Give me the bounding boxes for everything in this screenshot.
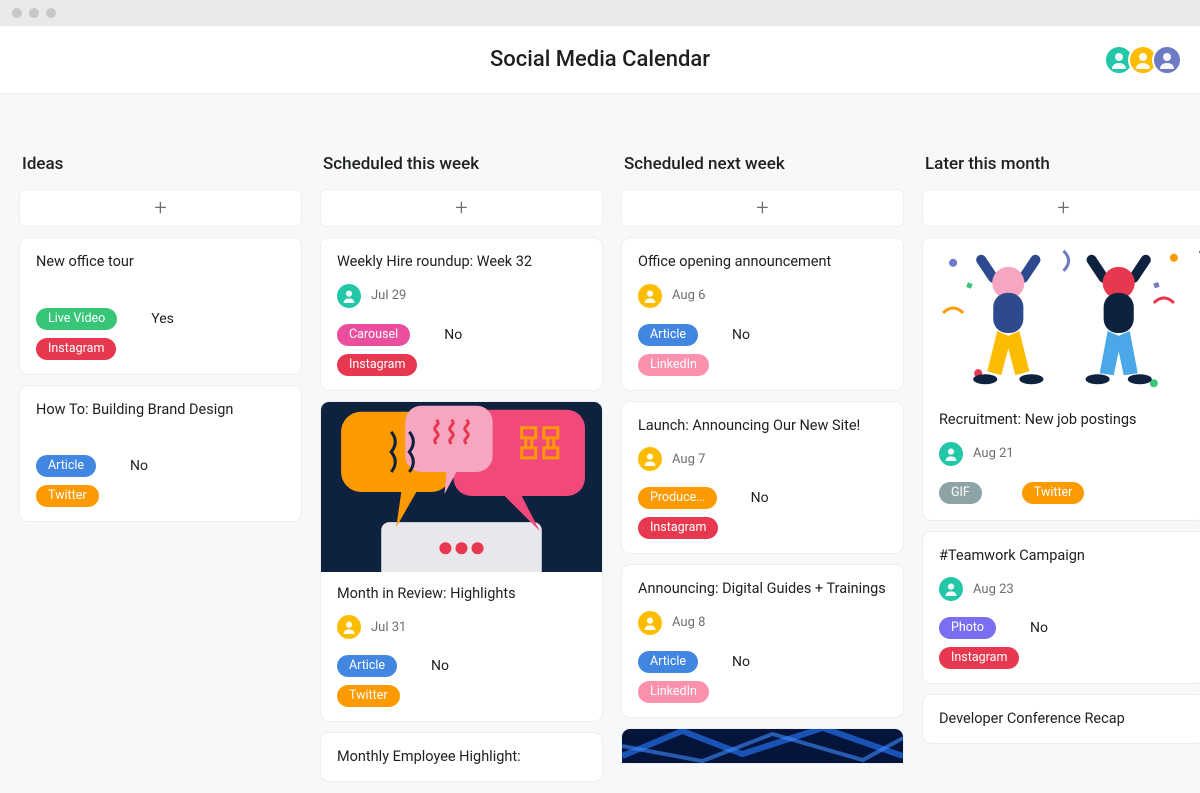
card-meta: Aug 8 [638, 611, 887, 635]
board-card[interactable]: ⋯ Recruitment: New job posti [923, 238, 1200, 520]
tag[interactable]: Produce… [638, 487, 717, 509]
tag[interactable]: Article [36, 455, 96, 477]
tag[interactable]: Article [337, 655, 397, 677]
card-title: Recruitment: New job postings [939, 410, 1188, 430]
card-title: New office tour [36, 252, 285, 272]
board-card[interactable]: #Teamwork Campaign Aug 23 Photo No Instagram [923, 532, 1200, 684]
card-title: Developer Conference Recap [939, 709, 1188, 729]
tag[interactable]: Carousel [337, 324, 410, 346]
assignee-avatar[interactable] [638, 447, 662, 471]
collaborator-avatars [1110, 45, 1182, 75]
board-card[interactable]: Developer Conference Recap [923, 695, 1200, 743]
board-column: Ideas + New office tour Live Video Yes Instag… [20, 154, 301, 533]
board-card[interactable]: Month in Review: Highlights Jul 31 Article… [321, 402, 602, 722]
board-card[interactable]: Weekly Hire roundup: Week 32 Jul 29 Carous… [321, 238, 602, 390]
kanban-board: Ideas + New office tour Live Video Yes Instag… [0, 94, 1200, 793]
board-card[interactable]: Office opening announcement Aug 6 Article N… [622, 238, 903, 390]
add-card-button[interactable]: + [321, 190, 602, 226]
assignee-avatar[interactable] [939, 577, 963, 601]
board-card[interactable]: New office tour Live Video Yes Instagram [20, 238, 301, 374]
tag[interactable]: LinkedIn [638, 681, 709, 703]
tag[interactable]: Article [638, 651, 698, 673]
assignee-avatar[interactable] [638, 611, 662, 635]
tag[interactable]: Twitter [36, 485, 99, 507]
add-card-button[interactable]: + [622, 190, 903, 226]
column-title: Later this month [923, 154, 1200, 174]
card-flag: No [130, 458, 148, 474]
card-meta: Aug 23 [939, 577, 1188, 601]
card-flag: No [431, 658, 449, 674]
card-flag: Yes [151, 311, 174, 327]
assignee-avatar[interactable] [638, 284, 662, 308]
app-header: Social Media Calendar [0, 26, 1200, 94]
board-card[interactable]: Launch: Announcing Our New Site! Aug 7 Pro… [622, 402, 903, 554]
card-flag: No [732, 327, 750, 343]
column-title: Ideas [20, 154, 301, 174]
assignee-avatar[interactable] [939, 442, 963, 466]
board-column: Later this month+⋯ Recruitme [923, 154, 1200, 755]
board-card[interactable]: How To: Building Brand Design Article No Tw… [20, 386, 301, 522]
card-title: How To: Building Brand Design [36, 400, 285, 420]
card-flag: No [751, 490, 769, 506]
assignee-avatar[interactable] [337, 284, 361, 308]
card-meta: Jul 31 [337, 615, 586, 639]
due-date: Aug 8 [672, 615, 705, 630]
card-flag: No [444, 327, 462, 343]
card-flag: No [1030, 620, 1048, 636]
card-meta: Aug 7 [638, 447, 887, 471]
card-title: Office opening announcement [638, 252, 887, 272]
tag[interactable]: Instagram [36, 338, 116, 360]
tag[interactable]: LinkedIn [638, 354, 709, 376]
card-meta: Jul 29 [337, 284, 586, 308]
card-title: Announcing: Digital Guides + Trainings [638, 579, 887, 599]
plus-icon: + [154, 196, 166, 221]
tag[interactable]: Twitter [337, 685, 400, 707]
tag[interactable]: Photo [939, 617, 996, 639]
card-title: Launch: Announcing Our New Site! [638, 416, 887, 436]
card-cover-image [321, 402, 602, 572]
card-flag: No [732, 654, 750, 670]
column-title: Scheduled this week [321, 154, 602, 174]
column-title: Scheduled next week [622, 154, 903, 174]
page-title: Social Media Calendar [490, 47, 710, 72]
window-titlebar [0, 0, 1200, 26]
card-cover-image [622, 729, 903, 763]
card-title: Monthly Employee Highlight: [337, 747, 586, 767]
board-column: Scheduled next week + Office opening annou… [622, 154, 903, 775]
board-card[interactable] [622, 729, 903, 763]
board-card[interactable]: Monthly Employee Highlight: [321, 733, 602, 781]
assignee-avatar[interactable] [337, 615, 361, 639]
plus-icon: + [455, 196, 467, 221]
due-date: Jul 29 [371, 288, 406, 303]
tag[interactable]: GIF [939, 482, 982, 504]
due-date: Aug 6 [672, 288, 705, 303]
board-card[interactable]: Announcing: Digital Guides + Trainings Au… [622, 565, 903, 717]
tag[interactable]: Live Video [36, 308, 117, 330]
traffic-light[interactable] [29, 8, 39, 18]
tag[interactable]: Instagram [337, 354, 417, 376]
card-meta: Aug 6 [638, 284, 887, 308]
add-card-button[interactable]: + [20, 190, 301, 226]
tag[interactable]: Twitter [1022, 482, 1085, 504]
board-column: Scheduled this week + Weekly Hire roundup:… [321, 154, 602, 793]
traffic-light[interactable] [12, 8, 22, 18]
tag[interactable]: Article [638, 324, 698, 346]
card-cover-image [923, 238, 1200, 398]
card-meta: Aug 21 [939, 442, 1188, 466]
due-date: Aug 7 [672, 452, 705, 467]
traffic-light[interactable] [46, 8, 56, 18]
card-title: Month in Review: Highlights [337, 584, 586, 604]
tag[interactable]: Instagram [638, 517, 718, 539]
due-date: Aug 21 [973, 446, 1014, 461]
due-date: Jul 31 [371, 620, 406, 635]
card-title: #Teamwork Campaign [939, 546, 1188, 566]
collaborator-avatar[interactable] [1152, 45, 1182, 75]
plus-icon: + [1057, 196, 1069, 221]
plus-icon: + [756, 196, 768, 221]
due-date: Aug 23 [973, 582, 1014, 597]
tag[interactable]: Instagram [939, 647, 1019, 669]
card-title: Weekly Hire roundup: Week 32 [337, 252, 586, 272]
add-card-button[interactable]: + [923, 190, 1200, 226]
